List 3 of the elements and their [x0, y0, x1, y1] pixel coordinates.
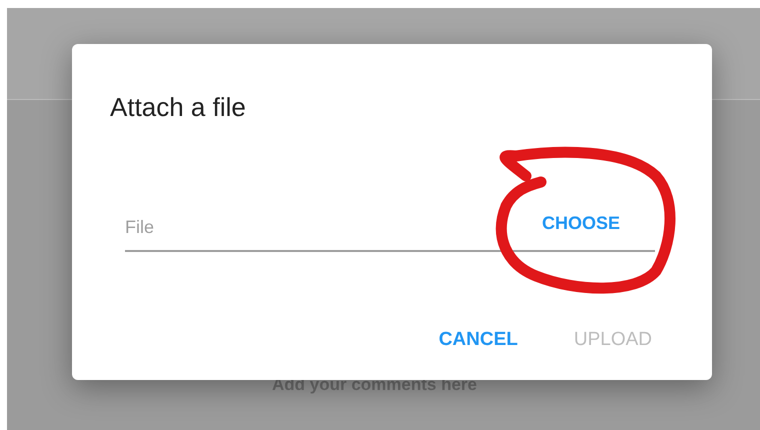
cancel-button[interactable]: CANCEL [430, 322, 526, 358]
dialog-title: Attach a file [110, 92, 246, 124]
choose-button[interactable]: CHOOSE [534, 206, 628, 241]
